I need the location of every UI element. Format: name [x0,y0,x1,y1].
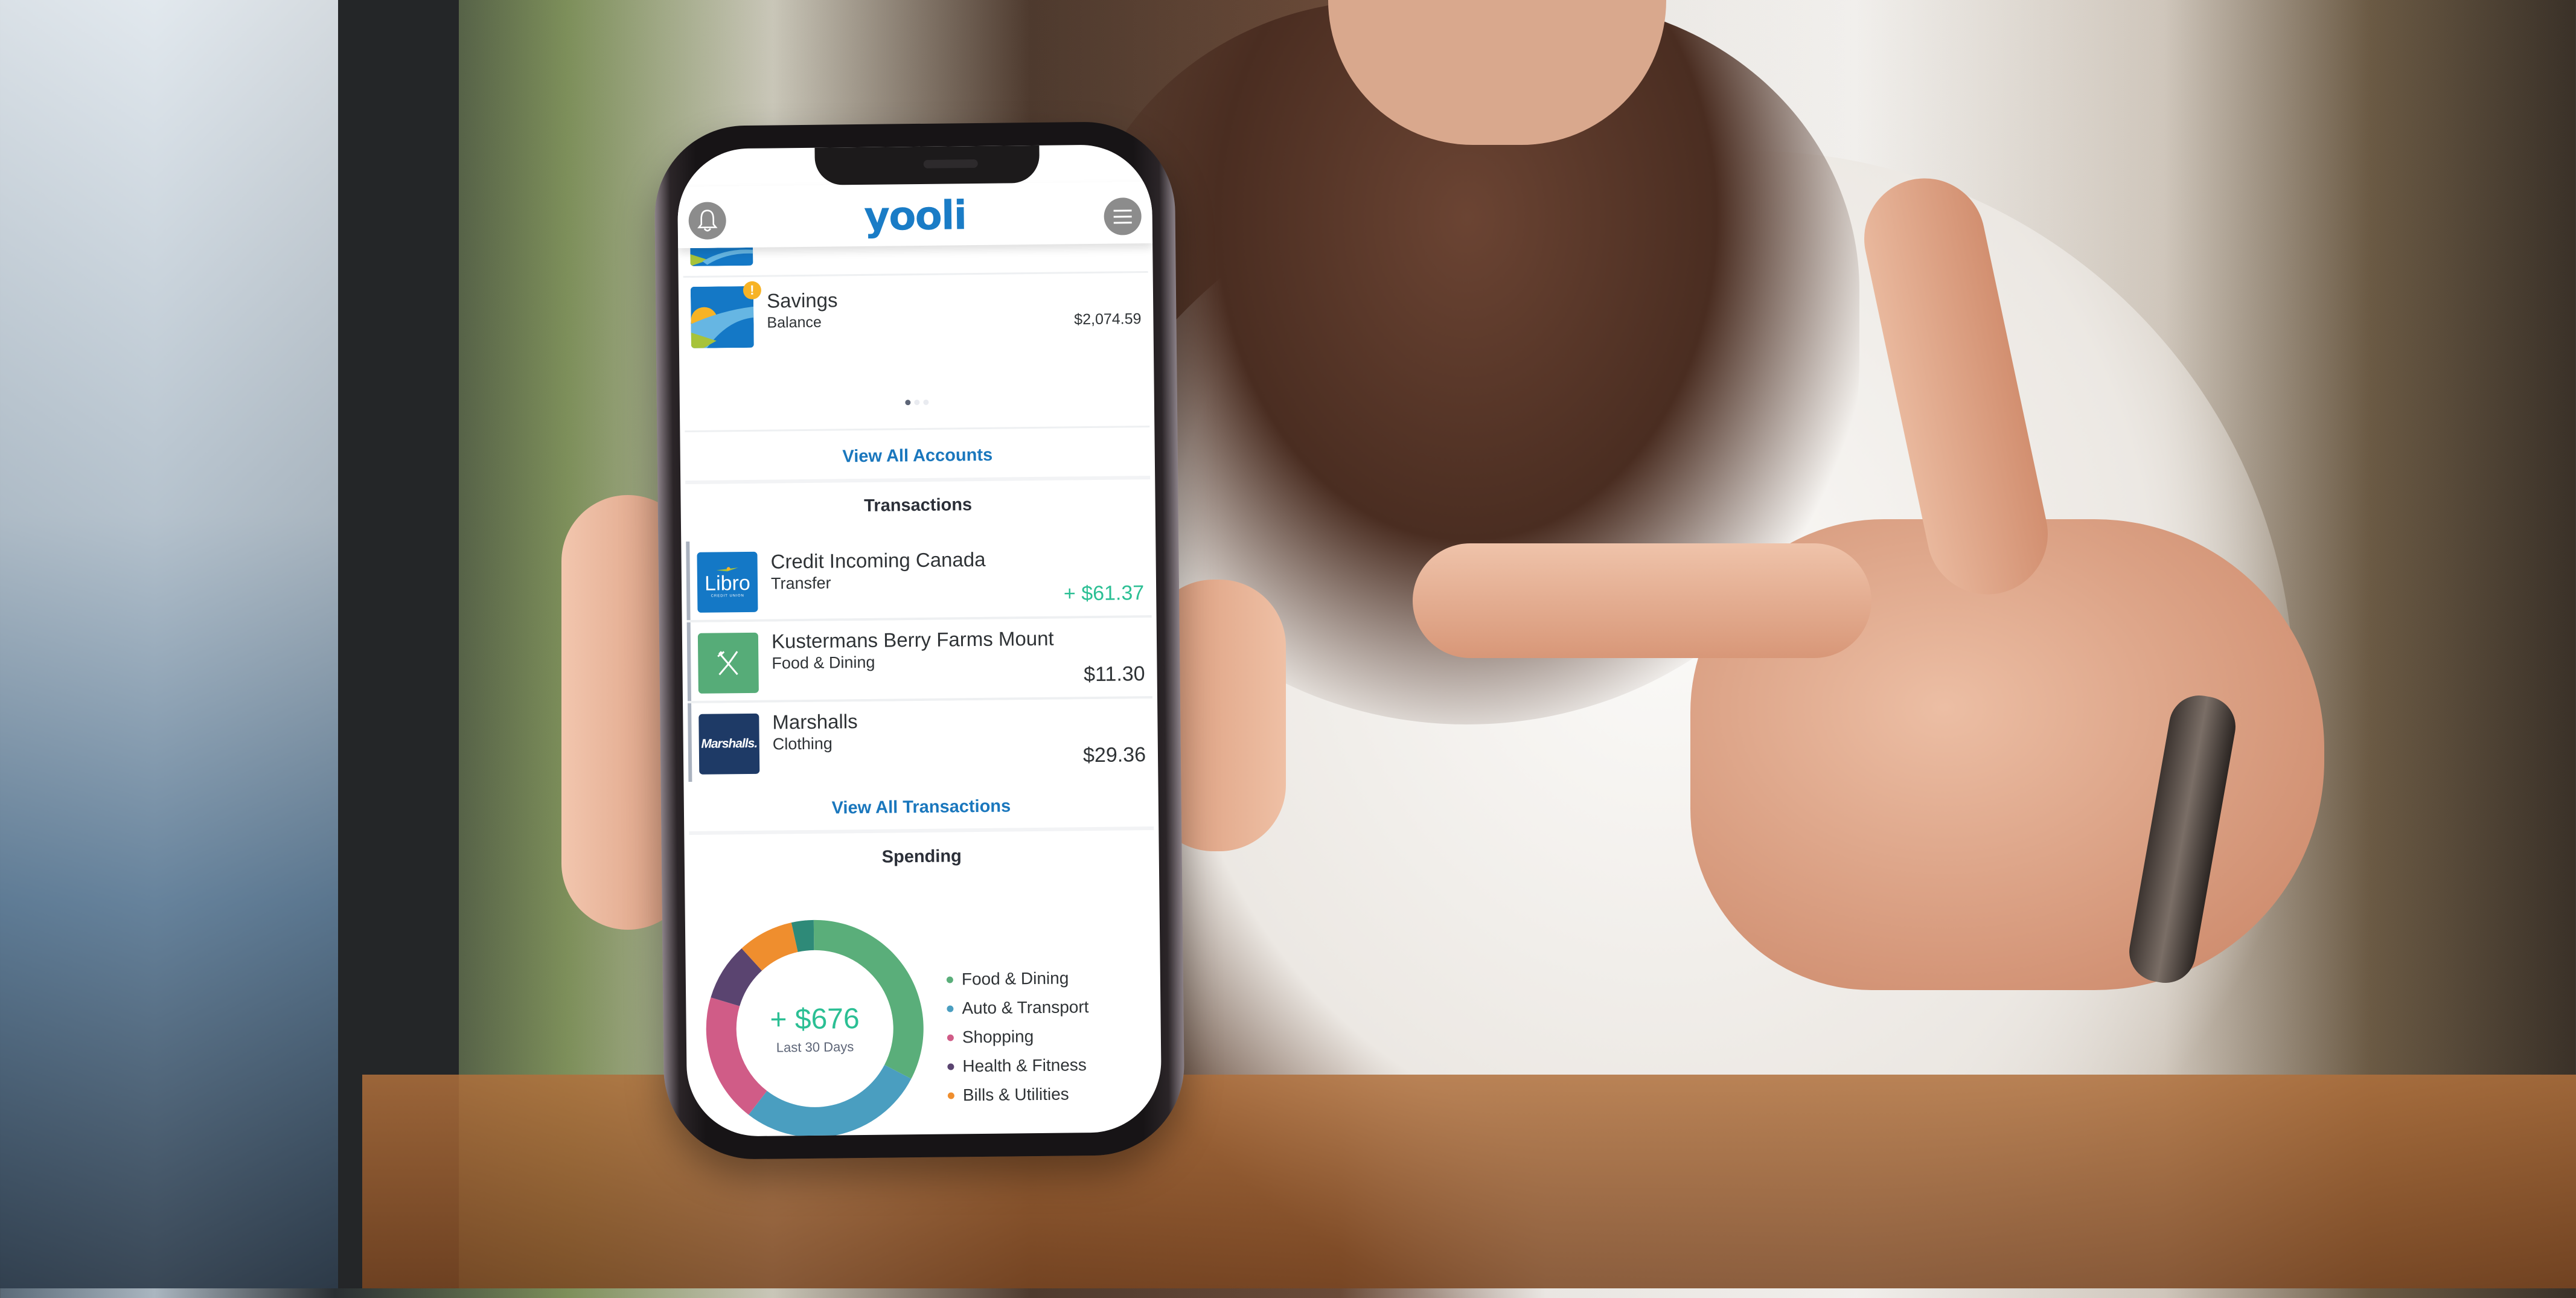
libro-logo-subtext: CREDIT UNION [711,594,744,598]
background-person-shirt [1026,151,2294,1298]
divider [683,271,1148,278]
spending-legend: Food & Dining Auto & Transport Shopping … [946,968,1130,1127]
pointing-hand-index-finger [1413,543,1871,658]
transaction-category: Clothing [772,734,833,753]
background-window-frame [338,0,459,1288]
camera-icon [923,159,978,168]
smartphone: yooli ! Savings Balance $2,074.59 View A… [654,121,1185,1160]
background-photo [0,0,2576,1298]
divider [685,425,1150,433]
spending-period: Last 30 Days [776,1038,854,1055]
donut-center: + $676 Last 30 Days [702,916,928,1137]
food-dining-category-icon [697,632,759,694]
legend-label: Shopping [962,1027,1034,1047]
app-logo-text: yooli [863,192,967,240]
carousel-dot[interactable] [923,399,929,405]
pointing-hand-thumb [1853,167,2059,606]
legend-dot [947,1092,954,1099]
view-all-transactions-link[interactable]: View All Transactions [684,795,1159,820]
legend-label: Auto & Transport [962,997,1089,1018]
libro-logo: Libro CREDIT UNION [697,551,758,613]
card-shadow [685,475,1151,485]
notifications-button[interactable] [688,202,727,240]
legend-dot [947,1005,954,1012]
transaction-merchant: Marshalls [772,710,858,734]
account-balance-label: Balance [767,313,822,331]
app-logo: yooli [864,192,967,240]
libro-logo-text: Libro [704,571,750,595]
accounts-carousel-dots [905,399,929,406]
account-name: Savings [766,289,838,312]
transaction-amount: + $61.37 [1063,581,1145,606]
phone-notch [814,145,1040,185]
transaction-row[interactable]: Marshalls. Marshalls Clothing $29.36 [688,698,1154,782]
account-row-savings[interactable]: ! Savings Balance $2,074.59 [679,277,1154,348]
account-balance-amount: $2,074.59 [1074,310,1142,328]
legend-item[interactable]: Food & Dining [946,968,1069,989]
wristwatch [2124,691,2240,988]
view-all-accounts-link[interactable]: View All Accounts [680,444,1155,468]
spending-heading: Spending [881,846,962,867]
marshalls-logo-text: Marshalls. [701,736,758,751]
phone-screen: yooli ! Savings Balance $2,074.59 View A… [677,144,1162,1137]
carousel-dot[interactable] [914,399,920,406]
hamburger-menu-icon [1113,209,1132,224]
legend-label: Health & Fitness [962,1055,1087,1076]
spending-donut-chart[interactable]: + $676 Last 30 Days [702,916,928,1137]
legend-item[interactable]: Health & Fitness [947,1055,1087,1076]
app-header: yooli [677,181,1153,249]
legend-dot [946,976,953,983]
legend-dot [947,1034,954,1041]
legend-label: Bills & Utilities [962,1084,1069,1105]
card-shadow [689,826,1154,836]
spending-total: + $676 [770,1002,860,1036]
carousel-dot[interactable] [905,400,911,406]
menu-button[interactable] [1104,197,1142,235]
transaction-merchant: Kustermans Berry Farms Mount [771,627,1054,653]
transaction-amount: $29.36 [1082,743,1146,767]
transaction-merchant: Credit Incoming Canada [770,548,986,573]
transaction-row[interactable]: Libro CREDIT UNION Credit Incoming Canad… [686,536,1152,621]
background-window [0,0,338,1288]
transaction-category: Food & Dining [772,653,875,673]
legend-item[interactable]: Bills & Utilities [947,1084,1069,1105]
transaction-row[interactable]: Kustermans Berry Farms Mount Food & Dini… [686,617,1152,702]
legend-label: Food & Dining [961,968,1069,989]
pointing-hand [1690,519,2324,990]
legend-item[interactable]: Shopping [947,1027,1034,1047]
fork-knife-icon [717,651,738,676]
account-icon-partial [690,247,753,266]
marshalls-logo: Marshalls. [698,713,760,775]
legend-item[interactable]: Auto & Transport [947,997,1089,1018]
bell-icon [697,209,718,232]
legend-dot [947,1063,954,1070]
background-person-chin [1328,0,1666,145]
transactions-heading: Transactions [864,495,973,516]
alert-badge: ! [743,281,762,300]
transaction-category: Transfer [770,574,831,593]
transaction-amount: $11.30 [1083,662,1145,686]
background-person-hair [1075,0,1859,724]
